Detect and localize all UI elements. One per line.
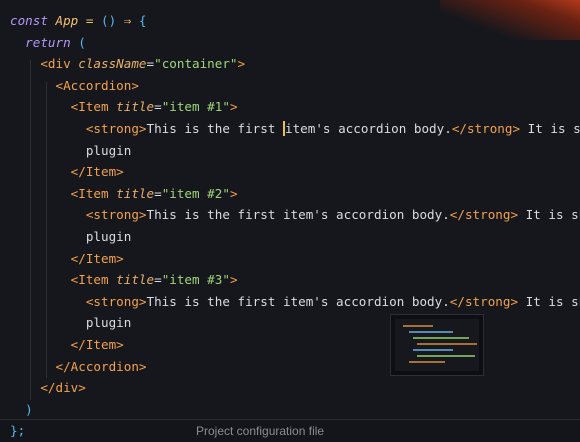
code-token: const — [10, 13, 56, 28]
code-token: ( — [78, 34, 86, 50]
code-line[interactable]: <Item title="item #1"> — [10, 96, 238, 117]
code-token: = — [154, 272, 162, 288]
code-token: ) — [10, 401, 33, 417]
code-line[interactable]: plugin — [10, 312, 132, 333]
code-token: = — [146, 56, 155, 72]
code-token: </Item> — [70, 164, 124, 180]
code-token: className — [78, 56, 147, 72]
code-line[interactable]: </Accordion> — [10, 356, 147, 377]
window-glow — [440, 0, 580, 40]
code-token: tem's accordion body. — [292, 121, 452, 136]
thumbnail-code-preview — [395, 319, 479, 371]
code-line[interactable]: </Item> — [10, 161, 124, 182]
code-token: return — [10, 34, 79, 50]
code-token: It is shown b — [525, 207, 580, 223]
code-token: title — [116, 99, 155, 115]
code-token: title — [116, 272, 155, 288]
code-token: </Accordion> — [55, 358, 147, 374]
thumbnail-line — [417, 355, 475, 357]
bottom-bar: }; Project configuration file — [0, 419, 580, 442]
code-token: > — [229, 185, 238, 201]
code-line[interactable]: </div> — [10, 377, 86, 398]
thumbnail-line — [413, 337, 469, 339]
code-token: </div> — [40, 380, 86, 396]
code-token: "item #1" — [161, 99, 230, 115]
code-token: It is shown b — [527, 121, 580, 136]
code-line[interactable]: </Item> — [10, 334, 124, 355]
code-line[interactable]: ) — [10, 399, 33, 420]
code-token: It is shown b — [525, 293, 580, 309]
code-token: () — [101, 13, 124, 28]
code-editor[interactable]: const App = () ⇒ { return ( <div classNa… — [0, 0, 580, 441]
code-line[interactable]: <Accordion> — [10, 75, 139, 96]
code-token: = — [154, 99, 162, 115]
code-line[interactable]: const App = () ⇒ { — [10, 10, 147, 31]
code-token: > — [229, 272, 238, 288]
code-token: </strong> — [451, 121, 521, 136]
code-token: <strong> — [85, 207, 147, 223]
code-token: <Item — [70, 99, 117, 115]
code-token: plugin — [10, 229, 132, 244]
text-cursor: i — [282, 121, 293, 136]
code-token: plugin — [10, 142, 132, 158]
code-token: This is the first — [146, 121, 283, 136]
code-token: <strong> — [85, 121, 147, 136]
code-line[interactable]: <div className="container"> — [10, 53, 245, 74]
code-line[interactable]: <strong>This is the first item's accordi… — [10, 118, 580, 139]
code-token: <Item — [70, 272, 117, 288]
code-token: plugin — [10, 315, 132, 331]
code-token: <Item — [70, 185, 117, 201]
code-line[interactable]: <Item title="item #3"> — [10, 269, 238, 290]
code-token: App — [55, 13, 79, 28]
code-token: </strong> — [449, 293, 519, 309]
code-token: <Accordion> — [55, 77, 139, 93]
code-token: "item #3" — [161, 272, 230, 288]
code-token: This is the first item's accordion body. — [146, 293, 450, 309]
code-token: > — [229, 99, 238, 115]
code-token: This is the first item's accordion body. — [146, 207, 450, 223]
caption-text: Project configuration file — [196, 424, 325, 438]
thumbnail-line — [409, 361, 445, 363]
code-token: { — [131, 13, 147, 28]
thumbnail-line — [417, 343, 477, 345]
code-line[interactable]: </Item> — [10, 248, 124, 269]
thumbnail-line — [413, 349, 453, 351]
video-thumbnail-overlay — [390, 314, 484, 376]
thumbnail-line — [403, 325, 433, 327]
code-token: </Item> — [70, 250, 124, 266]
code-line[interactable]: <Item title="item #2"> — [10, 183, 238, 204]
code-line[interactable]: <strong>This is the first item's accordi… — [10, 291, 580, 312]
code-token: = — [78, 13, 101, 28]
code-token: <div — [40, 56, 79, 72]
last-code-line: }; — [10, 423, 26, 438]
code-line[interactable]: plugin — [10, 140, 132, 161]
code-line[interactable]: plugin — [10, 226, 132, 247]
code-line[interactable]: return ( — [10, 32, 86, 53]
code-token: title — [116, 185, 155, 201]
code-token: = — [154, 185, 162, 201]
code-line[interactable]: <strong>This is the first item's accordi… — [10, 204, 580, 225]
code-token: <strong> — [85, 293, 147, 309]
code-token: </strong> — [449, 207, 519, 223]
code-token: "container" — [154, 56, 238, 72]
thumbnail-line — [409, 331, 453, 333]
code-token: > — [237, 56, 246, 72]
code-token: "item #2" — [161, 185, 230, 201]
code-token: </Item> — [70, 337, 124, 352]
